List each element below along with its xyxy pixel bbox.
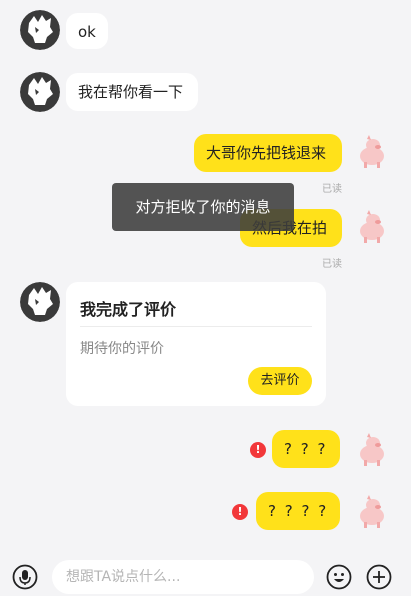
review-card[interactable]: 我完成了评价 期待你的评价 去评价 <box>66 282 326 406</box>
contact-avatar[interactable] <box>20 72 60 112</box>
my-avatar[interactable] <box>352 492 392 532</box>
contact-avatar-image <box>20 10 60 50</box>
message-input[interactable] <box>52 560 314 594</box>
review-card-subtitle: 期待你的评价 <box>80 341 164 357</box>
pig-avatar-image <box>352 492 392 532</box>
exclamation-icon[interactable]: ! <box>232 504 248 520</box>
message-bubble-outgoing[interactable]: 大哥你先把钱退来 <box>194 134 342 172</box>
pig-avatar-image <box>352 430 392 470</box>
exclamation-icon[interactable]: ! <box>250 442 266 458</box>
emoji-icon[interactable] <box>326 564 352 590</box>
contact-avatar-image <box>20 282 60 322</box>
review-card-title: 我完成了评价 <box>80 300 177 319</box>
message-bubble-outgoing[interactable]: ? ? ? ? <box>256 492 340 530</box>
contact-avatar-image <box>20 72 60 112</box>
message-bubble-incoming[interactable]: 我在帮你看一下 <box>66 73 198 111</box>
contact-avatar[interactable] <box>20 282 60 322</box>
my-avatar[interactable] <box>352 207 392 247</box>
pig-avatar-image <box>352 132 392 172</box>
my-avatar[interactable] <box>352 430 392 470</box>
toast-message: 对方拒收了你的消息 <box>112 183 294 231</box>
my-avatar[interactable] <box>352 132 392 172</box>
go-review-button[interactable]: 去评价 <box>248 367 312 395</box>
message-bubble-incoming[interactable]: ok <box>66 13 108 49</box>
microphone-icon[interactable] <box>12 564 38 590</box>
plus-icon[interactable] <box>366 564 392 590</box>
pig-avatar-image <box>352 207 392 247</box>
read-status: 已读 <box>322 184 342 195</box>
read-status: 已读 <box>322 259 342 270</box>
input-bar <box>0 556 411 596</box>
contact-avatar[interactable] <box>20 10 60 50</box>
divider <box>80 326 312 327</box>
message-bubble-outgoing[interactable]: ? ? ? <box>272 430 340 468</box>
